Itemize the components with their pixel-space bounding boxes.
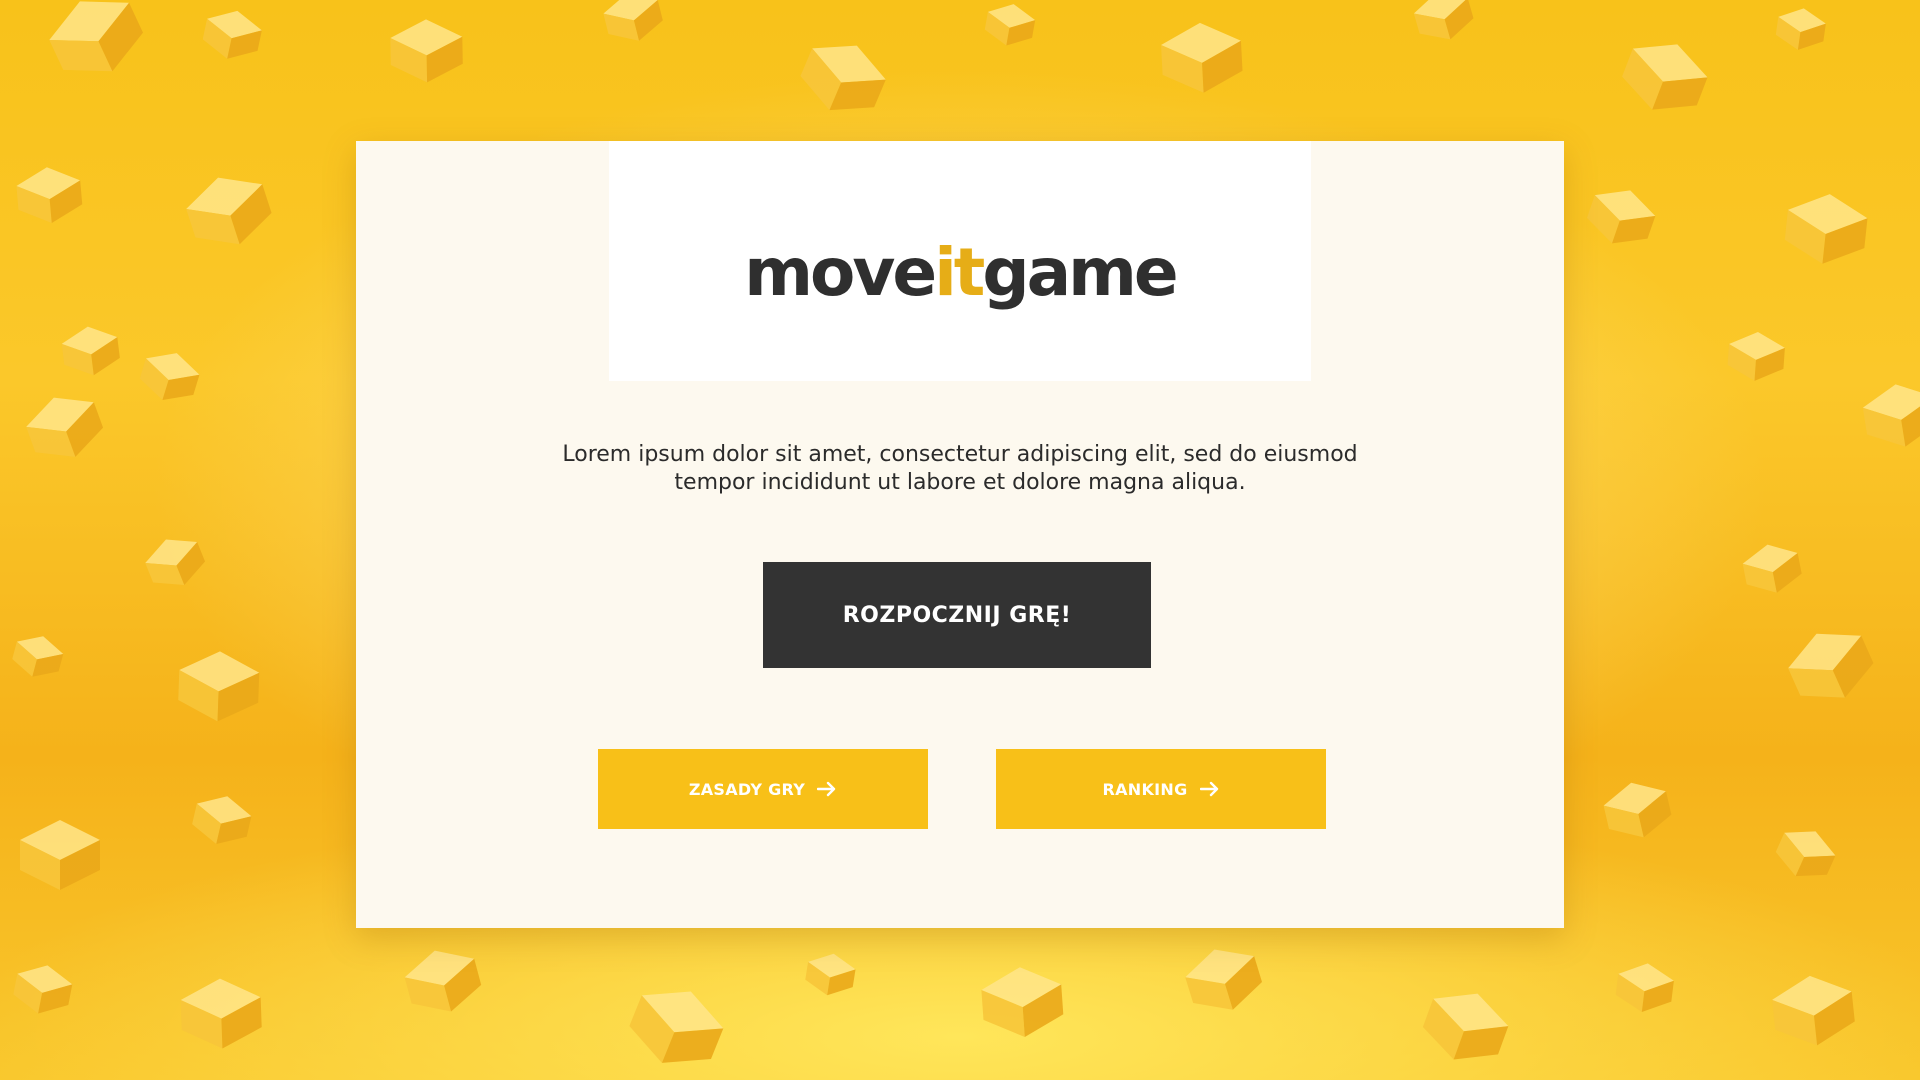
block-shape [800,45,886,111]
block-shape [1742,544,1802,593]
block-shape [1603,782,1672,838]
block-shape [1862,384,1920,447]
arrow-right-icon [1199,781,1218,797]
block-shape [1422,993,1509,1060]
block-shape [1788,633,1874,698]
block-shape [192,796,252,845]
block-shape [1161,22,1243,93]
block-shape [139,353,200,401]
block-shape [981,967,1064,1038]
block-shape [1622,44,1708,110]
block-shape [186,177,272,245]
block-shape [629,991,724,1063]
block-shape [984,4,1036,46]
game-rules-button[interactable]: ZASADY GRY [598,749,928,829]
game-rules-label: ZASADY GRY [688,779,806,799]
block-shape [49,1,143,72]
block-shape [61,326,120,376]
block-shape [180,978,262,1049]
ranking-label: RANKING [1102,779,1188,799]
block-shape [404,950,482,1012]
start-menu-panel: moveitgame Lorem ipsum dolor sit amet, c… [356,141,1564,928]
block-shape [1772,975,1855,1046]
block-shape [1413,0,1474,40]
block-shape [26,397,104,457]
arrow-right-icon [817,781,836,797]
block-shape [1775,831,1836,877]
logo-text-it: it [934,233,985,311]
block-shape [1185,949,1263,1010]
block-shape [1784,194,1868,264]
block-shape [13,965,73,1014]
block-shape [603,0,663,41]
block-shape [178,651,260,722]
block-shape [12,636,64,677]
block-shape [145,539,206,585]
start-game-button[interactable]: ROZPOCZNIJ GRĘ! [763,562,1151,668]
ranking-button[interactable]: RANKING [996,749,1326,829]
block-shape [20,820,100,890]
block-shape [390,19,463,83]
intro-text: Lorem ipsum dolor sit amet, consectetur … [562,442,1358,495]
block-shape [1586,190,1656,244]
start-game-label: ROZPOCZNIJ GRĘ! [842,602,1072,628]
block-shape [16,167,83,223]
block-shape [1615,963,1674,1013]
block-shape [805,953,856,996]
logo-text-move: move [744,233,937,311]
logo-text-game: game [982,233,1178,311]
block-shape [1727,331,1785,381]
block-shape [202,10,262,59]
logo: moveitgame [744,233,1178,311]
logo-container: moveitgame [609,141,1311,381]
block-shape [1775,8,1826,50]
